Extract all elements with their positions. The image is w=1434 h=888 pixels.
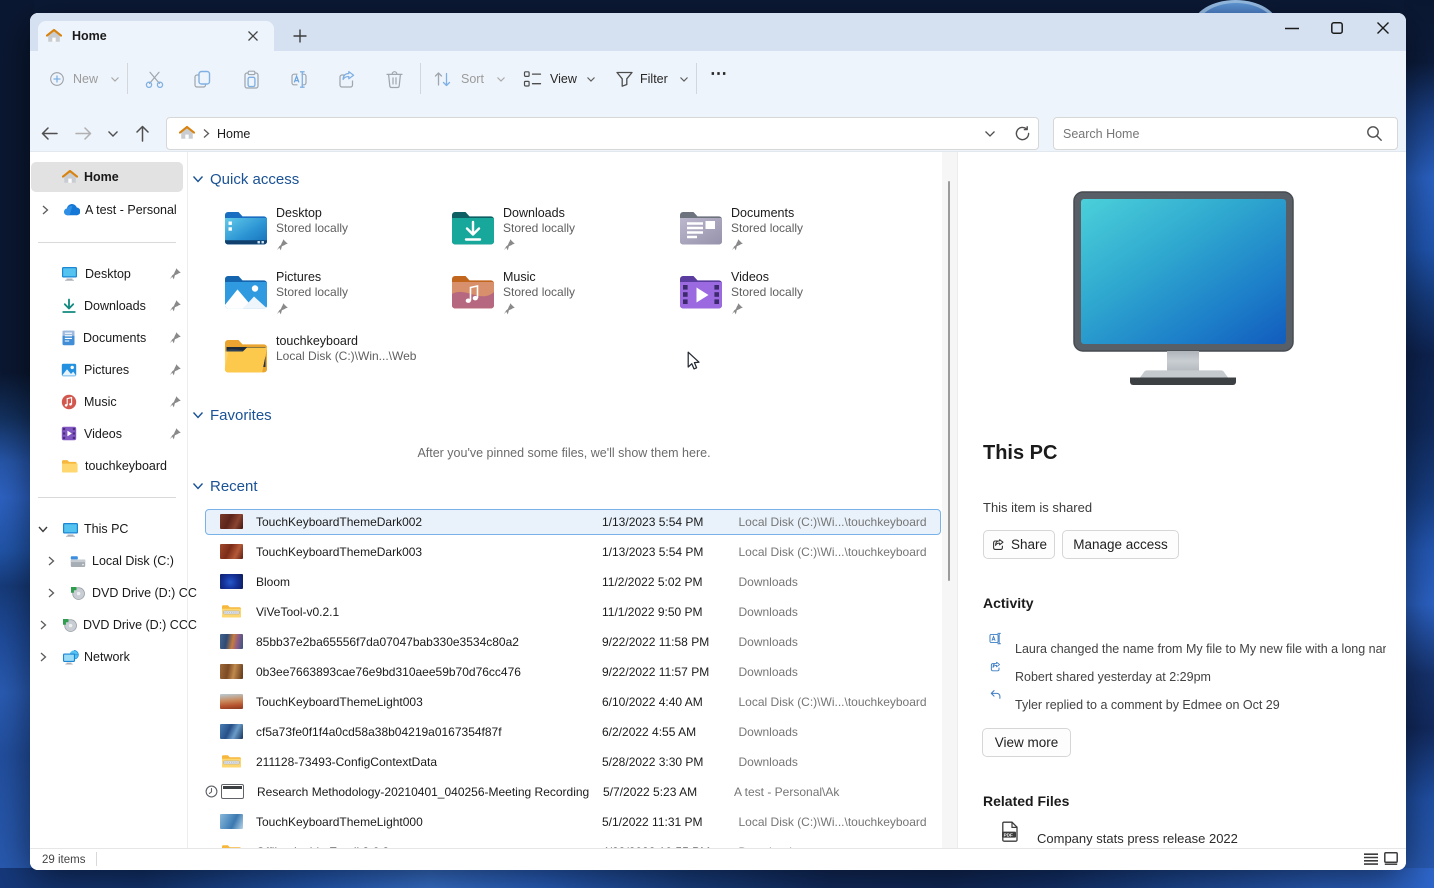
svg-text:PDF: PDF <box>1004 832 1013 837</box>
